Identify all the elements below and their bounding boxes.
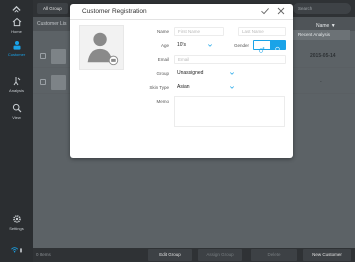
sidebar-item-label: Customer — [7, 52, 26, 57]
status-indicators — [0, 246, 33, 256]
gender-toggle[interactable] — [253, 40, 286, 54]
group-label: Group — [156, 71, 169, 76]
skin-type-select[interactable]: Asian — [174, 83, 236, 92]
age-select[interactable]: 10's — [174, 41, 214, 50]
gear-icon — [12, 215, 21, 223]
group-select[interactable]: Unassigned — [174, 69, 236, 78]
last-name-field[interactable]: Last Name — [238, 27, 286, 36]
age-label: Age — [160, 43, 169, 48]
male-icon — [258, 47, 265, 53]
sidebar-item-label: Analysis — [9, 88, 24, 93]
dialog-title: Customer Registration — [82, 8, 147, 15]
sidebar-item-customer[interactable]: Customer — [0, 40, 33, 57]
avatar — [51, 49, 66, 64]
gender-male-option[interactable] — [254, 41, 270, 53]
row-checkbox[interactable] — [40, 53, 46, 59]
first-name-field[interactable]: First Name — [174, 27, 224, 36]
memo-field[interactable] — [174, 96, 285, 127]
female-icon — [275, 46, 280, 54]
chevron-down-icon — [230, 86, 234, 89]
search-input[interactable]: Search — [293, 3, 351, 14]
search-icon — [12, 103, 21, 113]
sort-dropdown[interactable]: Name ▼ — [316, 23, 336, 29]
app-logo — [0, 5, 33, 16]
gender-label: Gender — [233, 43, 249, 48]
memo-label: Memo — [156, 99, 169, 104]
column-header-recent-analysis[interactable]: Recent Analysis — [293, 30, 350, 40]
analysis-icon — [13, 77, 20, 86]
sidebar-item-label: Settings — [9, 226, 24, 231]
user-icon — [13, 41, 20, 50]
item-count: 0 Items — [36, 252, 51, 257]
group-filter-tab[interactable]: All Group — [37, 3, 68, 14]
email-label: Email — [157, 57, 169, 62]
gender-female-option[interactable] — [270, 41, 285, 54]
close-icon[interactable] — [276, 6, 286, 16]
chevron-down-icon — [230, 72, 234, 75]
sidebar-item-label: Home — [11, 29, 22, 34]
person-silhouette-icon — [87, 32, 119, 66]
delete-button[interactable]: Delete — [251, 249, 297, 261]
home-icon — [12, 17, 21, 27]
name-label: Name — [156, 29, 169, 34]
email-field[interactable]: Email — [174, 55, 286, 64]
logo-icon — [12, 5, 21, 13]
recent-analysis-date: 2015-05-14 — [310, 53, 336, 59]
skin-type-value: Asian — [177, 84, 190, 90]
customer-photo[interactable] — [79, 25, 124, 70]
age-value: 10's — [177, 42, 187, 48]
avatar — [51, 75, 66, 90]
assign-group-button[interactable]: Assign Group — [198, 249, 242, 261]
sidebar-item-analysis[interactable]: Analysis — [0, 76, 33, 93]
dialog-divider — [70, 19, 293, 20]
wifi-icon — [10, 247, 22, 253]
sidebar-item-view[interactable]: View — [0, 103, 33, 120]
confirm-check-icon[interactable] — [260, 6, 270, 16]
new-customer-button[interactable]: New Customer — [303, 249, 351, 261]
edit-group-button[interactable]: Edit Group — [148, 249, 192, 261]
skin-type-label: Skin Type — [149, 85, 169, 90]
sidebar-item-settings[interactable]: Settings — [0, 214, 33, 231]
group-value: Unassigned — [177, 70, 204, 76]
sidebar-item-home[interactable]: Home — [0, 17, 33, 34]
list-title: Customer Lis — [37, 21, 67, 27]
recent-analysis-date: - — [320, 79, 322, 85]
sidebar-item-label: View — [12, 115, 21, 120]
row-checkbox[interactable] — [40, 79, 46, 85]
